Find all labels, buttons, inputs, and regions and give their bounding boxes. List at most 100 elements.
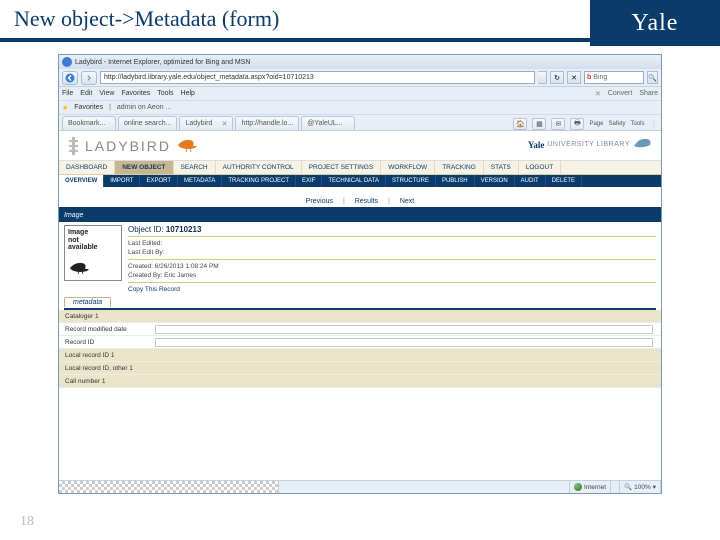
meta-row-3: Local record ID 1 (59, 349, 661, 362)
pager-next[interactable]: Next (396, 198, 418, 205)
subnav-structure[interactable]: STRUCTURE (386, 175, 436, 187)
last-edited: Last Edited: (128, 239, 656, 248)
back-button[interactable] (62, 71, 78, 85)
swoop-icon (633, 136, 653, 153)
url-dropdown[interactable] (538, 71, 547, 84)
stop-button[interactable]: ✕ (567, 71, 581, 84)
meta-row-4: Local record ID, other 1 (59, 362, 661, 375)
tab-3[interactable]: http://handle.lo... (235, 116, 299, 130)
globe-icon (574, 483, 582, 491)
app-body: LADYBIRD Yale UNIVERSITY LIBRARY DASHBOA… (59, 131, 661, 388)
meta-label: Cataloger 1 (59, 313, 147, 320)
tab-2[interactable]: Ladybird✕ (179, 116, 233, 130)
favorites-item[interactable]: admin on Aeon ... (117, 104, 171, 111)
nav-logout[interactable]: LOGOUT (519, 161, 561, 174)
search-box[interactable]: bBing (584, 71, 644, 84)
ie-titlebar: Ladybird - Internet Explorer, optimized … (59, 55, 661, 69)
menu-share[interactable]: Share (639, 90, 658, 97)
breadcrumb (59, 187, 661, 197)
metadata-form: Cataloger 1 Record modified date Record ID… (59, 310, 661, 388)
subnav-overview[interactable]: OVERVIEW (59, 175, 104, 187)
nav-project[interactable]: PROJECT SETTINGS (302, 161, 382, 174)
close-addon-icon[interactable]: ✕ (595, 90, 601, 98)
page-menu[interactable]: Page (589, 121, 603, 127)
image-section-header: Image (59, 209, 661, 222)
app-header: LADYBIRD Yale UNIVERSITY LIBRARY (59, 131, 661, 161)
nav-search[interactable]: SEARCH (174, 161, 216, 174)
meta-input[interactable] (155, 325, 653, 334)
nav-new-object[interactable]: NEW OBJECT (115, 161, 173, 174)
object-info: Object ID: 10710213 Last Edited: Last Ed… (128, 225, 656, 293)
menu-favorites[interactable]: Favorites (121, 90, 150, 97)
nav-workflow[interactable]: WORKFLOW (381, 161, 435, 174)
meta-label: Local record ID, other 1 (59, 365, 147, 372)
mail-icon[interactable]: ✉ (551, 118, 565, 130)
menu-help[interactable]: Help (181, 90, 195, 97)
pager-results[interactable]: Results (351, 198, 382, 205)
nav-stats[interactable]: STATS (484, 161, 519, 174)
status-progress (59, 481, 279, 493)
meta-row-5: Call number 1 (59, 375, 661, 388)
close-icon[interactable]: ✕ (222, 120, 228, 128)
safety-menu[interactable]: Safety (608, 121, 625, 127)
subnav-delete[interactable]: DELETE (546, 175, 582, 187)
ladybird-logo: LADYBIRD (67, 135, 201, 157)
favorites-label[interactable]: Favorites (74, 104, 103, 111)
status-internet: Internet (570, 481, 611, 493)
menu-convert[interactable]: Convert (608, 90, 633, 97)
tools-menu[interactable]: Tools (631, 121, 645, 127)
url-field[interactable]: http://ladybird.library.yale.edu/object_… (100, 71, 535, 84)
subnav-export[interactable]: EXPORT (140, 175, 178, 187)
nav-dashboard[interactable]: DASHBOARD (59, 161, 115, 174)
nav-tracking[interactable]: TRACKING (435, 161, 484, 174)
sub-nav: OVERVIEW IMPORT EXPORT METADATA TRACKING… (59, 175, 661, 187)
help-dd-icon[interactable]: ❔ (650, 121, 657, 128)
menu-view[interactable]: View (99, 90, 114, 97)
pager: Previous | Results | Next (59, 197, 661, 209)
print-icon[interactable]: 🖶 (570, 118, 584, 130)
ie-window: Ladybird - Internet Explorer, optimized … (58, 54, 662, 494)
subnav-import[interactable]: IMPORT (104, 175, 140, 187)
meta-label: Record modified date (59, 326, 147, 333)
tab-0[interactable]: Bookmark... (62, 116, 116, 130)
thumbnail: Imagenotavailable (64, 225, 122, 281)
last-edit-by: Last Edit By: (128, 248, 656, 257)
menu-file[interactable]: File (62, 90, 73, 97)
meta-label: Call number 1 (59, 378, 147, 385)
star-icon[interactable]: ★ (62, 104, 68, 112)
slide-number: 18 (20, 514, 34, 530)
feeds-icon[interactable]: ▦ (532, 118, 546, 130)
tab-1[interactable]: online search... (118, 116, 177, 130)
pager-previous[interactable]: Previous (302, 198, 337, 205)
meta-row-0: Cataloger 1 (59, 310, 661, 323)
menu-edit[interactable]: Edit (80, 90, 92, 97)
status-bar: Internet 🔍 100% ▾ (59, 480, 661, 493)
meta-input[interactable] (155, 338, 653, 347)
yul-branding: Yale UNIVERSITY LIBRARY (528, 136, 653, 153)
nav-authority[interactable]: AUTHORITY CONTROL (216, 161, 302, 174)
subnav-publish[interactable]: PUBLISH (436, 175, 475, 187)
status-zoom[interactable]: 🔍 100% ▾ (620, 481, 661, 493)
ie-menubar: File Edit View Favorites Tools Help ✕ Co… (59, 87, 661, 101)
meta-label: Record ID (59, 339, 147, 346)
forward-button[interactable] (81, 71, 97, 85)
tab-strip: Bookmark... online search... Ladybird✕ h… (59, 115, 661, 131)
subnav-technical[interactable]: TECHNICAL DATA (322, 175, 386, 187)
menu-tools[interactable]: Tools (157, 90, 173, 97)
home-icon[interactable]: 🏠 (513, 118, 527, 130)
refresh-button[interactable]: ↻ (550, 71, 564, 84)
metadata-tab[interactable]: metadata (64, 297, 111, 307)
subnav-tracking-project[interactable]: TRACKING PROJECT (222, 175, 296, 187)
subnav-metadata[interactable]: METADATA (178, 175, 222, 187)
subnav-exif[interactable]: EXIF (296, 175, 322, 187)
meta-row-2: Record ID (59, 336, 661, 349)
bird-icon (175, 136, 201, 155)
search-button[interactable]: 🔍 (647, 71, 658, 84)
subnav-audit[interactable]: AUDIT (515, 175, 546, 187)
metadata-tab-header: metadata (64, 297, 656, 310)
copy-record-link[interactable]: Copy This Record (128, 286, 656, 293)
subnav-version[interactable]: VERSION (475, 175, 515, 187)
slide-title: New object->Metadata (form) (14, 6, 279, 32)
tab-4[interactable]: @YaleUL... (301, 116, 355, 130)
yale-logo: Yale (590, 0, 720, 46)
